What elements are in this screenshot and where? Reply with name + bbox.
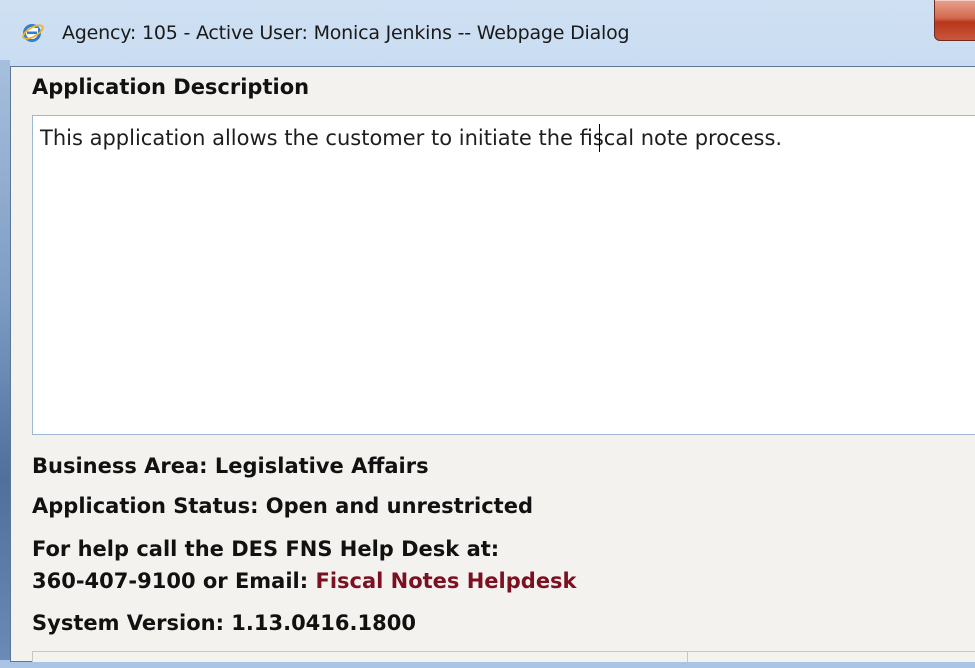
fiscal-notes-helpdesk-link[interactable]: Fiscal Notes Helpdesk (315, 569, 576, 593)
footer-panel-right (687, 652, 975, 662)
internet-explorer-icon (20, 20, 44, 44)
dialog-window-frame: Agency: 105 - Active User: Monica Jenkin… (0, 0, 975, 668)
window-left-edge (0, 60, 10, 660)
footer-strip (32, 651, 975, 662)
business-area: Business Area: Legislative Affairs (32, 454, 429, 478)
help-phone: 360-407-9100 or Email: (32, 569, 316, 593)
dialog-content: Application Description This application… (10, 66, 975, 662)
application-status: Application Status: Open and unrestricte… (32, 494, 533, 518)
application-description-heading: Application Description (32, 75, 310, 99)
close-icon[interactable] (934, 0, 975, 41)
text-caret (599, 124, 600, 152)
footer-panel-left (32, 652, 643, 662)
system-version: System Version: 1.13.0416.1800 (32, 611, 416, 635)
window-title: Agency: 105 - Active User: Monica Jenkin… (62, 22, 630, 44)
title-bar[interactable]: Agency: 105 - Active User: Monica Jenkin… (0, 0, 975, 66)
help-contact-line: 360-407-9100 or Email: Fiscal Notes Help… (32, 569, 577, 593)
description-text: This application allows the customer to … (40, 126, 783, 150)
help-desk-text: For help call the DES FNS Help Desk at: (32, 537, 500, 561)
description-textarea[interactable]: This application allows the customer to … (32, 115, 975, 435)
